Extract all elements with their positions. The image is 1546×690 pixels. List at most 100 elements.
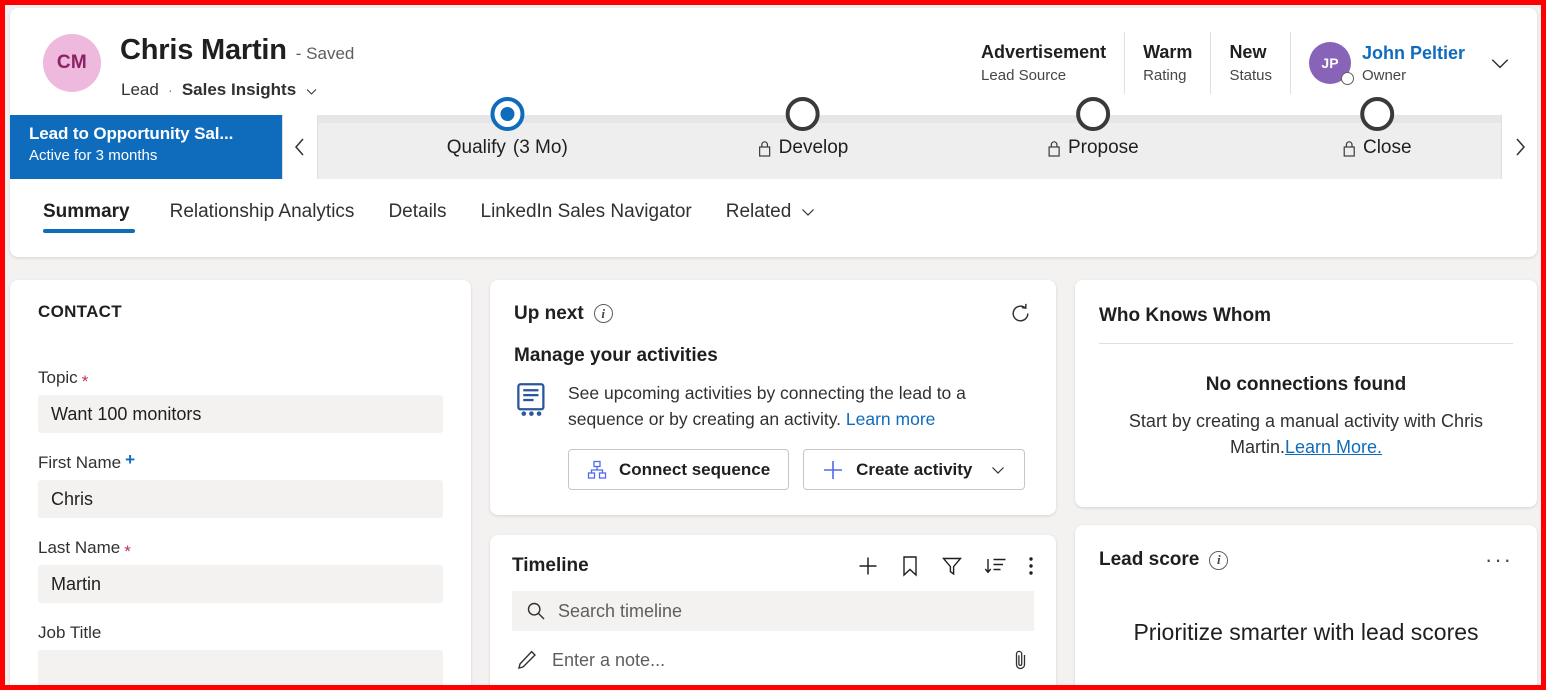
up-next-subtitle: Manage your activities [514, 345, 1032, 367]
plus-icon[interactable] [857, 555, 879, 577]
filter-icon[interactable] [941, 555, 963, 577]
recommended-marker-icon: + [125, 451, 135, 468]
entity-type-label: Lead [121, 80, 159, 100]
up-next-card: Up next i Manage your activities [490, 280, 1056, 515]
who-knows-whom-description: Start by creating a manual activity with… [1099, 408, 1513, 460]
stage-label: Develop [779, 137, 849, 159]
field-label-row: First Name + [38, 453, 443, 473]
process-stage-close[interactable]: Close [1342, 115, 1412, 159]
process-flow-header[interactable]: Lead to Opportunity Sal... Active for 3 … [10, 115, 282, 179]
header-field-status[interactable]: New Status [1210, 32, 1290, 94]
stage-label-group: Propose [1047, 137, 1139, 159]
lock-icon [1047, 140, 1061, 157]
subtitle-separator: · [168, 82, 173, 99]
lead-score-title: Lead score [1099, 549, 1199, 571]
plus-icon [822, 459, 844, 481]
first-name-label: First Name [38, 453, 121, 473]
chevron-down-icon[interactable] [305, 85, 317, 97]
chevron-down-icon[interactable] [990, 462, 1006, 478]
owner-name-link[interactable]: John Peltier [1362, 43, 1465, 64]
timeline-note-row[interactable]: Enter a note... [512, 649, 1034, 671]
process-previous-button[interactable] [282, 115, 318, 179]
crm-record-page: CM Chris Martin - Saved Lead · Sales Ins… [5, 5, 1541, 685]
header-expand-button[interactable] [1483, 46, 1517, 80]
record-name: Chris Martin [120, 34, 287, 67]
tab-related[interactable]: Related [709, 195, 834, 243]
up-next-header: Up next i [514, 302, 1032, 325]
process-stage-propose[interactable]: Propose [1047, 115, 1139, 159]
create-activity-label: Create activity [856, 460, 972, 480]
header-field-owner[interactable]: JP John Peltier Owner [1290, 32, 1465, 94]
required-marker-icon: * [82, 373, 89, 390]
tab-label: Details [388, 201, 446, 223]
stage-label: Close [1363, 137, 1412, 159]
record-subtitle: Lead · Sales Insights [121, 80, 317, 100]
process-stage-develop[interactable]: Develop [758, 115, 849, 159]
stage-label-group: Develop [758, 137, 849, 159]
field-label-row: Job Title [38, 623, 443, 643]
tab-label: Relationship Analytics [170, 201, 355, 223]
field-label-row: Last Name * [38, 538, 443, 558]
refresh-icon[interactable] [1009, 302, 1032, 325]
field-first-name: First Name + Chris [38, 453, 443, 518]
job-title-input[interactable] [38, 650, 443, 685]
process-stage-qualify[interactable]: Qualify (3 Mo) [447, 115, 568, 159]
search-icon [526, 601, 546, 621]
required-marker-icon: * [124, 543, 131, 560]
timeline-search-placeholder: Search timeline [558, 601, 682, 622]
last-name-input[interactable]: Martin [38, 565, 443, 603]
create-activity-button[interactable]: Create activity [803, 449, 1025, 490]
save-status: - Saved [296, 44, 355, 64]
tab-label: Summary [43, 201, 130, 223]
more-vertical-icon[interactable] [1028, 555, 1034, 577]
up-next-actions: Connect sequence Create activity [568, 449, 1032, 490]
rating-label: Rating [1143, 67, 1192, 84]
lead-score-hero-text: Prioritize smarter with lead scores [1099, 619, 1513, 646]
tab-relationship-analytics[interactable]: Relationship Analytics [153, 195, 372, 243]
header-field-lead-source[interactable]: Advertisement Lead Source [963, 32, 1124, 94]
stage-label: Propose [1068, 137, 1139, 159]
tab-linkedin-sales-navigator[interactable]: LinkedIn Sales Navigator [464, 195, 709, 243]
rating-value: Warm [1143, 42, 1192, 63]
topic-label: Topic [38, 368, 78, 388]
timeline-toolbar [857, 555, 1034, 577]
chevron-down-icon [800, 204, 816, 220]
tab-label: Related [726, 201, 792, 223]
bookmark-icon[interactable] [900, 555, 920, 577]
summary-tab-content: CONTACT Topic * Want 100 monitors First … [10, 280, 1537, 685]
info-icon[interactable]: i [594, 304, 613, 323]
more-options-button[interactable]: ··· [1485, 549, 1513, 571]
contact-section-card: CONTACT Topic * Want 100 monitors First … [10, 280, 471, 685]
learn-more-link[interactable]: Learn More. [1285, 437, 1382, 457]
tab-summary[interactable]: Summary [43, 195, 147, 243]
job-title-label: Job Title [38, 623, 101, 643]
up-next-description-block: See upcoming activities by connecting th… [568, 381, 1013, 432]
lead-score-title-group: Lead score i [1099, 549, 1228, 571]
owner-avatar-initials: JP [1321, 55, 1338, 71]
topic-input[interactable]: Want 100 monitors [38, 395, 443, 433]
info-icon[interactable]: i [1209, 551, 1228, 570]
process-next-button[interactable] [1501, 115, 1537, 179]
stage-label-group: Close [1342, 137, 1412, 159]
up-next-title: Up next [514, 303, 584, 325]
contact-section-title: CONTACT [38, 302, 443, 322]
process-stage-track: Qualify (3 Mo) Develop [318, 115, 1501, 179]
chevron-down-icon [1489, 52, 1511, 74]
learn-more-link[interactable]: Learn more [846, 409, 936, 429]
tab-label: LinkedIn Sales Navigator [481, 201, 692, 223]
stage-label-group: Qualify (3 Mo) [447, 137, 568, 159]
tab-details[interactable]: Details [371, 195, 463, 243]
first-name-input[interactable]: Chris [38, 480, 443, 518]
form-selector-label[interactable]: Sales Insights [182, 80, 296, 100]
connect-sequence-button[interactable]: Connect sequence [568, 449, 789, 490]
stage-active-icon [490, 97, 524, 131]
timeline-search-box[interactable]: Search timeline [512, 591, 1034, 631]
stage-duration: (3 Mo) [513, 137, 568, 159]
header-field-rating[interactable]: Warm Rating [1124, 32, 1210, 94]
sort-icon[interactable] [984, 555, 1007, 577]
owner-field-label: Owner [1362, 67, 1465, 84]
screenshot-viewport: CM Chris Martin - Saved Lead · Sales Ins… [0, 0, 1546, 690]
attachment-icon[interactable] [1012, 649, 1030, 671]
connect-sequence-label: Connect sequence [619, 460, 770, 480]
stage-circle-icon [786, 97, 820, 131]
